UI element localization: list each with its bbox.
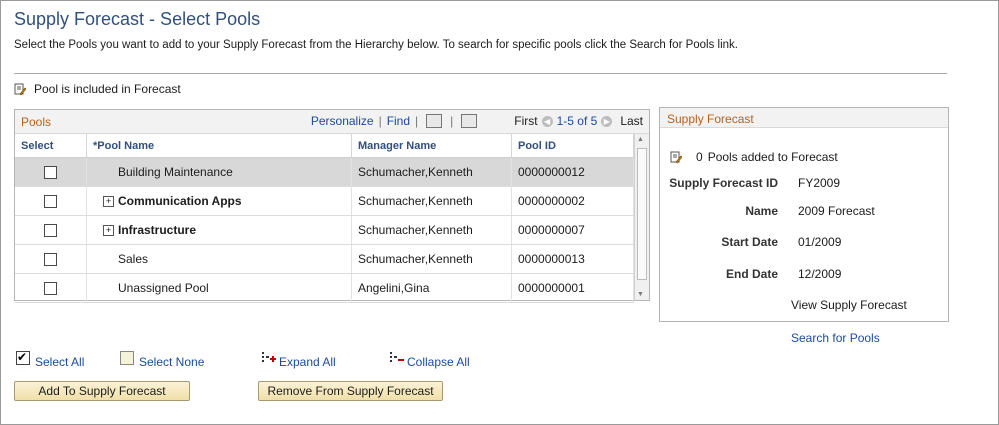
grid-title: Pools <box>21 115 52 129</box>
last-label: Last <box>620 114 643 128</box>
legend-label: Pool is included in Forecast <box>34 82 181 96</box>
select-cell <box>15 245 87 273</box>
select-cell <box>15 158 87 186</box>
table-row: + Communication Apps Schumacher,Kenneth 0… <box>15 187 634 216</box>
pool-id-cell: 0000000007 <box>512 216 634 244</box>
start-date-value: 01/2009 <box>798 235 842 249</box>
personalize-link[interactable]: Personalize <box>311 114 374 128</box>
select-all-link[interactable]: Select All <box>35 355 84 369</box>
select-cell <box>15 187 87 215</box>
select-cell <box>15 216 87 244</box>
supply-forecast-panel: Supply Forecast 0 Pools added to Forecas… <box>659 107 949 322</box>
table-row: Building Maintenance Schumacher,Kenneth … <box>15 158 634 187</box>
grid-rows: Building Maintenance Schumacher,Kenneth … <box>15 158 634 303</box>
expand-all-link[interactable]: Expand All <box>279 355 336 369</box>
col-select[interactable]: Select <box>15 134 87 157</box>
select-none-link[interactable]: Select None <box>139 355 204 369</box>
name-label: Name <box>745 204 778 218</box>
pool-id-cell: 0000000012 <box>512 158 634 186</box>
pool-name: Building Maintenance <box>118 165 233 179</box>
view-all-icon[interactable] <box>426 114 443 128</box>
page-title: Supply Forecast - Select Pools <box>14 9 261 29</box>
empty-box-icon <box>120 351 134 365</box>
pool-id-cell: 0000000001 <box>512 274 634 302</box>
vertical-scrollbar[interactable]: ▲ ▼ <box>634 134 649 300</box>
pool-name: Communication Apps <box>118 194 242 208</box>
pools-added-row: 0 Pools added to Forecast <box>670 150 838 164</box>
download-icon[interactable] <box>461 114 478 128</box>
column-headers: Select *Pool Name Manager Name Pool ID <box>15 134 634 158</box>
manager-cell: Schumacher,Kenneth <box>352 187 512 215</box>
collapse-all-icon <box>390 352 404 362</box>
pool-name: Infrastructure <box>118 223 197 237</box>
pool-name: Sales <box>118 252 149 266</box>
name-value: 2009 Forecast <box>798 204 875 218</box>
pool-name-cell: Unassigned Pool <box>87 274 352 302</box>
view-supply-forecast-link[interactable]: View Supply Forecast <box>791 298 907 312</box>
select-all-control[interactable]: ✔ Select All <box>16 347 84 369</box>
col-pool-name[interactable]: *Pool Name <box>87 134 352 157</box>
pools-grid: Pools Personalize | Find | | First ◀ 1-5… <box>14 109 650 303</box>
row-checkbox[interactable] <box>44 281 57 295</box>
grid-header: Pools Personalize | Find | | First ◀ 1-5… <box>15 110 649 134</box>
scroll-down-icon[interactable]: ▼ <box>637 291 644 298</box>
instructions-text: Select the Pools you want to add to your… <box>14 39 739 51</box>
pools-added-count: 0 <box>696 150 703 164</box>
col-pool-id[interactable]: Pool ID <box>512 134 634 157</box>
table-row: + Infrastructure Schumacher,Kenneth 00000… <box>15 216 634 245</box>
grid-navigation: Personalize | Find | | First ◀ 1-5 of 5 … <box>311 114 643 128</box>
row-checkbox[interactable] <box>44 252 57 266</box>
pools-added-label: Pools added to Forecast <box>707 150 838 164</box>
range-label: 1-5 of 5 <box>556 114 598 128</box>
remove-from-supply-forecast-button[interactable]: Remove From Supply Forecast <box>258 381 443 401</box>
pool-id-cell: 0000000002 <box>512 187 634 215</box>
pool-name-cell: Sales <box>87 245 352 273</box>
select-cell <box>15 274 87 302</box>
collapse-all-link[interactable]: Collapse All <box>407 355 470 369</box>
pencil-icon <box>670 151 682 163</box>
manager-cell: Angelini,Gina <box>352 274 512 302</box>
separator: | <box>415 114 419 128</box>
end-date-label: End Date <box>725 267 778 281</box>
col-manager-name[interactable]: Manager Name <box>352 134 512 157</box>
next-icon[interactable]: ▶ <box>601 115 613 127</box>
collapse-all-control[interactable]: Collapse All <box>389 347 470 369</box>
pool-name-cell: + Communication Apps <box>87 187 352 215</box>
row-checkbox[interactable] <box>44 223 57 237</box>
legend: Pool is included in Forecast <box>14 82 181 96</box>
table-row: Unassigned Pool Angelini,Gina 0000000001 <box>15 274 634 303</box>
scroll-thumb[interactable] <box>637 148 647 280</box>
pool-name: Unassigned Pool <box>118 281 209 295</box>
row-checkbox[interactable] <box>44 194 57 208</box>
first-label: First <box>514 114 538 128</box>
manager-cell: Schumacher,Kenneth <box>352 158 512 186</box>
pool-name-cell: + Infrastructure <box>87 216 352 244</box>
add-to-supply-forecast-button[interactable]: Add To Supply Forecast <box>14 381 190 401</box>
scroll-up-icon[interactable]: ▲ <box>637 136 644 143</box>
pencil-icon <box>14 83 26 95</box>
expand-all-control[interactable]: Expand All <box>261 347 336 369</box>
divider <box>14 73 947 74</box>
select-none-control[interactable]: Select None <box>120 347 204 369</box>
expand-icon[interactable]: + <box>103 195 114 207</box>
forecast-id-value: FY2009 <box>798 176 841 190</box>
separator: | <box>450 114 454 128</box>
expand-all-icon <box>262 352 276 362</box>
expand-icon[interactable]: + <box>103 224 114 236</box>
start-date-label: Start Date <box>721 235 778 249</box>
panel-title: Supply Forecast <box>660 108 948 128</box>
pool-name-cell: Building Maintenance <box>87 158 352 186</box>
find-link[interactable]: Find <box>387 114 410 128</box>
checked-box-icon: ✔ <box>16 351 30 365</box>
search-for-pools-link[interactable]: Search for Pools <box>791 331 880 345</box>
pool-id-cell: 0000000013 <box>512 245 634 273</box>
manager-cell: Schumacher,Kenneth <box>352 216 512 244</box>
row-checkbox[interactable] <box>44 165 57 179</box>
table-row: Sales Schumacher,Kenneth 0000000013 <box>15 245 634 274</box>
forecast-id-label: Supply Forecast ID <box>669 176 778 190</box>
manager-cell: Schumacher,Kenneth <box>352 245 512 273</box>
separator: | <box>378 114 382 128</box>
previous-icon[interactable]: ◀ <box>541 115 553 127</box>
end-date-value: 12/2009 <box>798 267 842 281</box>
